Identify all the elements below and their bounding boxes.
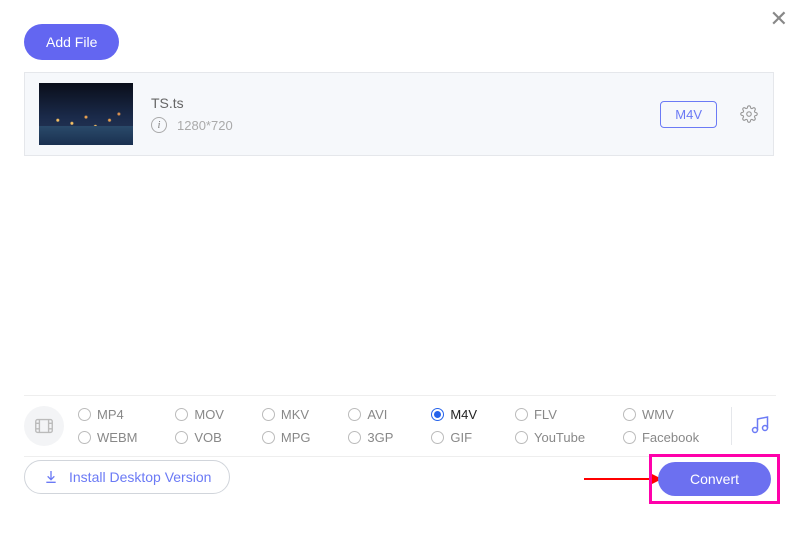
radio-icon <box>262 408 275 421</box>
footer: Install Desktop Version Convert <box>24 460 776 494</box>
convert-button[interactable]: Convert <box>658 462 771 496</box>
radio-icon <box>515 408 528 421</box>
radio-icon <box>78 431 91 444</box>
download-icon <box>43 469 59 485</box>
radio-icon <box>623 431 636 444</box>
format-option-webm[interactable]: WEBM <box>78 430 153 445</box>
format-label: MOV <box>194 407 224 422</box>
annotation-highlight: Convert <box>649 454 780 504</box>
format-option-avi[interactable]: AVI <box>348 407 409 422</box>
format-label: 3GP <box>367 430 393 445</box>
radio-icon <box>348 408 361 421</box>
format-label: M4V <box>450 407 477 422</box>
info-icon[interactable]: i <box>151 117 167 133</box>
radio-icon <box>175 408 188 421</box>
file-thumbnail <box>39 83 133 145</box>
format-option-gif[interactable]: GIF <box>431 430 493 445</box>
format-label: AVI <box>367 407 387 422</box>
format-label: MP4 <box>97 407 124 422</box>
radio-icon <box>431 431 444 444</box>
format-label: YouTube <box>534 430 585 445</box>
format-label: MKV <box>281 407 309 422</box>
radio-icon <box>78 408 91 421</box>
divider <box>731 407 732 445</box>
format-label: WMV <box>642 407 674 422</box>
radio-icon <box>262 431 275 444</box>
radio-icon <box>515 431 528 444</box>
format-option-m4v[interactable]: M4V <box>431 407 493 422</box>
format-option-mkv[interactable]: MKV <box>262 407 327 422</box>
radio-icon <box>431 408 444 421</box>
format-option-flv[interactable]: FLV <box>515 407 601 422</box>
format-label: WEBM <box>97 430 137 445</box>
format-toolbar: MP4 MOV MKV AVI M4V FLV WMV WEBM VOB MPG 3GP GIF You… <box>24 395 776 457</box>
format-option-youtube[interactable]: YouTube <box>515 430 601 445</box>
file-resolution: 1280*720 <box>177 118 233 133</box>
format-option-vob[interactable]: VOB <box>175 430 240 445</box>
add-file-button[interactable]: Add File <box>24 24 119 60</box>
format-label: FLV <box>534 407 557 422</box>
format-label: MPG <box>281 430 311 445</box>
file-item: TS.ts i 1280*720 M4V <box>24 72 774 156</box>
close-button[interactable]: ✕ <box>770 8 788 30</box>
install-desktop-button[interactable]: Install Desktop Version <box>24 460 230 494</box>
format-option-mpg[interactable]: MPG <box>262 430 327 445</box>
file-meta: TS.ts i 1280*720 <box>151 95 642 133</box>
radio-icon <box>348 431 361 444</box>
format-label: VOB <box>194 430 221 445</box>
format-option-wmv[interactable]: WMV <box>623 407 715 422</box>
target-format-chip[interactable]: M4V <box>660 101 717 128</box>
audio-mode-icon[interactable] <box>748 412 776 441</box>
format-label: Facebook <box>642 430 699 445</box>
radio-icon <box>175 431 188 444</box>
format-option-3gp[interactable]: 3GP <box>348 430 409 445</box>
video-mode-icon[interactable] <box>24 406 64 446</box>
format-option-mov[interactable]: MOV <box>175 407 240 422</box>
format-label: GIF <box>450 430 472 445</box>
settings-icon[interactable] <box>739 104 759 124</box>
format-option-mp4[interactable]: MP4 <box>78 407 153 422</box>
radio-icon <box>623 408 636 421</box>
install-desktop-label: Install Desktop Version <box>69 469 211 485</box>
format-option-facebook[interactable]: Facebook <box>623 430 715 445</box>
file-name: TS.ts <box>151 95 642 111</box>
